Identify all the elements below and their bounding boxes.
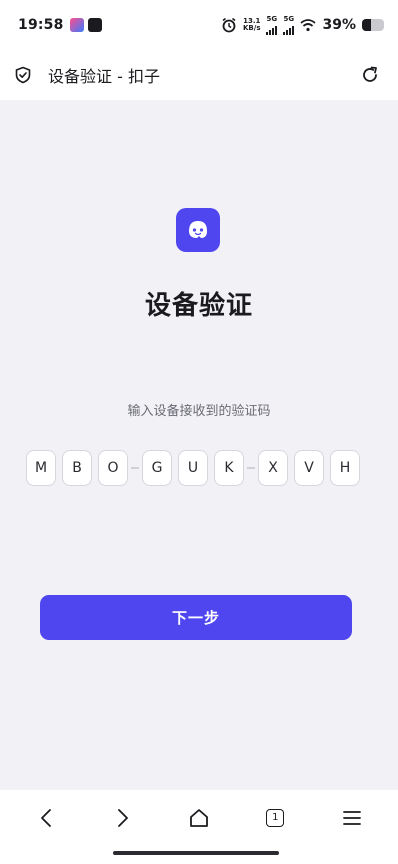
status-app-icons <box>69 18 102 32</box>
bottom-nav: 1 <box>0 790 398 864</box>
alarm-icon <box>222 17 236 33</box>
shield-check-icon[interactable] <box>14 66 32 84</box>
verification-code: M B O G U K X V H <box>26 450 360 486</box>
status-time: 19:58 <box>18 17 64 33</box>
verification-panel: 设备验证 输入设备接收到的验证码 M B O G U K X V H 下一步 <box>0 100 398 790</box>
signal-bars-icon <box>283 23 295 35</box>
code-char[interactable]: O <box>98 450 128 486</box>
signal-1: 5G <box>266 14 278 35</box>
app-logo <box>176 208 220 252</box>
status-indicators: 13.1 KB/s 5G 5G 39% <box>221 14 384 35</box>
code-char[interactable]: B <box>62 450 92 486</box>
menu-icon <box>342 810 361 825</box>
code-char[interactable]: X <box>258 450 288 486</box>
forward-icon <box>117 808 128 827</box>
signal-1-label: 5G <box>266 14 278 23</box>
battery-percent: 39% <box>322 17 356 33</box>
forward-button[interactable] <box>105 800 141 836</box>
subtitle: 输入设备接收到的验证码 <box>127 404 271 419</box>
tabs-button[interactable]: 1 <box>257 800 293 836</box>
status-bar: 19:58 13.1 KB/s 5G 5G 39% <box>0 0 398 50</box>
wifi-icon <box>300 19 317 32</box>
code-char[interactable]: H <box>330 450 360 486</box>
reload-icon[interactable] <box>360 65 380 85</box>
home-button[interactable] <box>181 800 217 836</box>
home-icon <box>190 808 208 827</box>
page-title: 设备验证 - 扣子 <box>48 67 160 86</box>
battery-fill <box>362 19 371 31</box>
signal-bars-icon <box>266 23 278 35</box>
battery-icon <box>362 19 384 31</box>
tabs-icon: 1 <box>266 808 285 827</box>
code-char[interactable]: V <box>294 450 324 486</box>
notification-app-icon <box>69 18 84 32</box>
code-char[interactable]: G <box>142 450 172 486</box>
code-separator <box>247 467 255 469</box>
back-button[interactable] <box>28 800 64 836</box>
back-icon <box>41 808 52 827</box>
menu-button[interactable] <box>334 800 370 836</box>
ghost-logo-icon <box>189 221 207 238</box>
code-char[interactable]: K <box>214 450 244 486</box>
net-speed: 13.1 KB/s <box>243 18 260 32</box>
notification-user-icon <box>87 18 102 32</box>
code-char[interactable]: U <box>178 450 208 486</box>
signal-2: 5G <box>283 14 295 35</box>
code-char[interactable]: M <box>26 450 56 486</box>
home-indicator <box>113 851 279 855</box>
browser-bar: 设备验证 - 扣子 <box>0 50 398 100</box>
heading: 设备验证 <box>144 291 253 321</box>
signal-2-label: 5G <box>283 14 295 23</box>
net-speed-unit: KB/s <box>243 24 261 32</box>
next-button[interactable]: 下一步 <box>40 595 352 640</box>
code-separator <box>131 467 139 469</box>
